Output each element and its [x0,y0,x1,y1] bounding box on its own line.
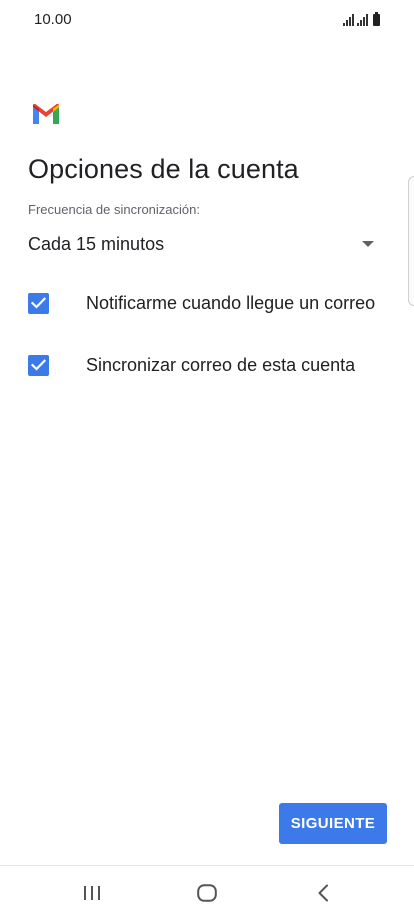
sync-frequency-dropdown[interactable]: Cada 15 minutos [28,226,384,262]
sync-checkbox[interactable] [28,354,49,376]
edge-panel-handle[interactable] [408,176,414,306]
page-title: Opciones de la cuenta [28,154,299,184]
sync-option-label: Sincronizar correo de esta cuenta [86,354,356,375]
status-bar: 10.00 [0,0,414,40]
notify-checkbox[interactable] [28,292,49,314]
gmail-logo-icon [33,104,59,124]
status-time: 10.00 [34,11,72,28]
recents-button[interactable] [52,866,132,920]
sync-account-option[interactable]: Sincronizar correo de esta cuenta [28,345,398,385]
checkmark-icon [31,297,46,309]
next-button[interactable]: SIGUIENTE [279,803,387,844]
notify-new-mail-option[interactable]: Notificarme cuando llegue un correo [28,283,398,323]
status-icons [343,12,380,26]
navigation-bar [0,866,414,920]
battery-icon [373,12,380,26]
notify-option-label: Notificarme cuando llegue un correo [86,292,376,313]
back-button[interactable] [283,866,363,920]
sync-frequency-value: Cada 15 minutos [28,233,165,254]
recents-icon [84,886,100,900]
dropdown-arrow-icon [362,241,374,247]
home-button[interactable] [167,866,247,920]
back-icon [318,884,328,902]
signal-icon [343,14,354,26]
home-icon [197,884,217,902]
checkmark-icon [31,359,46,371]
sync-frequency-label: Frecuencia de sincronización: [28,202,200,217]
signal-icon-2 [357,14,368,26]
